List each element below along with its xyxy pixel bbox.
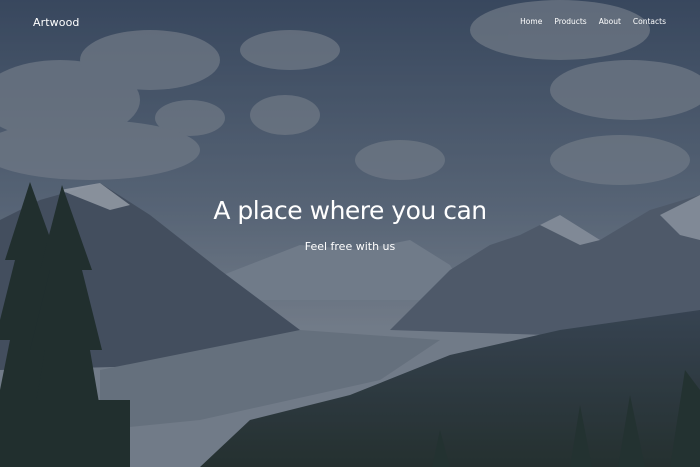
nav-item-products[interactable]: Products [554, 17, 586, 26]
nav-item-about[interactable]: About [599, 17, 621, 26]
hero-subheadline: Feel free with us [304, 240, 396, 253]
hero-section: Artwood Home Products About Contacts A p… [0, 0, 700, 467]
dark-overlay [0, 0, 700, 467]
nav-item-contacts[interactable]: Contacts [633, 17, 666, 26]
hero-headline: A place where you can [213, 196, 487, 225]
brand-logo-text[interactable]: Artwood [33, 16, 80, 29]
navbar: Artwood Home Products About Contacts [0, 0, 700, 46]
nav-item-home[interactable]: Home [520, 17, 542, 26]
nav-menu: Home Products About Contacts [520, 17, 666, 26]
